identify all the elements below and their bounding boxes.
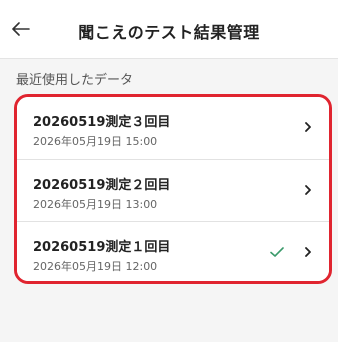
list-item[interactable]: 20260519測定３回目 2026年05月19日 15:00 [17,97,329,158]
list-item[interactable]: 20260519測定２回目 2026年05月19日 13:00 [17,159,329,221]
chevron-right-icon [305,185,311,195]
list-item[interactable]: 20260519測定１回目 2026年05月19日 12:00 [17,221,329,281]
chevron-right-icon [305,247,311,257]
item-date: 2026年05月19日 15:00 [33,135,158,148]
item-date: 2026年05月19日 12:00 [33,260,158,273]
app-header: 聞こえのテスト結果管理 [0,0,338,59]
item-title: 20260519測定１回目 [33,240,171,255]
chevron-right-icon [305,122,311,132]
app-screen: 聞こえのテスト結果管理 最近使用したデータ 20260519測定３回目 2026… [0,0,338,342]
item-title: 20260519測定３回目 [33,115,171,130]
section-title: 最近使用したデータ [16,73,134,88]
recent-data-list: 20260519測定３回目 2026年05月19日 15:00 20260519… [14,94,332,284]
item-date: 2026年05月19日 13:00 [33,198,158,211]
check-icon [270,247,284,257]
item-title: 20260519測定２回目 [33,178,171,193]
page-title: 聞こえのテスト結果管理 [78,23,260,42]
